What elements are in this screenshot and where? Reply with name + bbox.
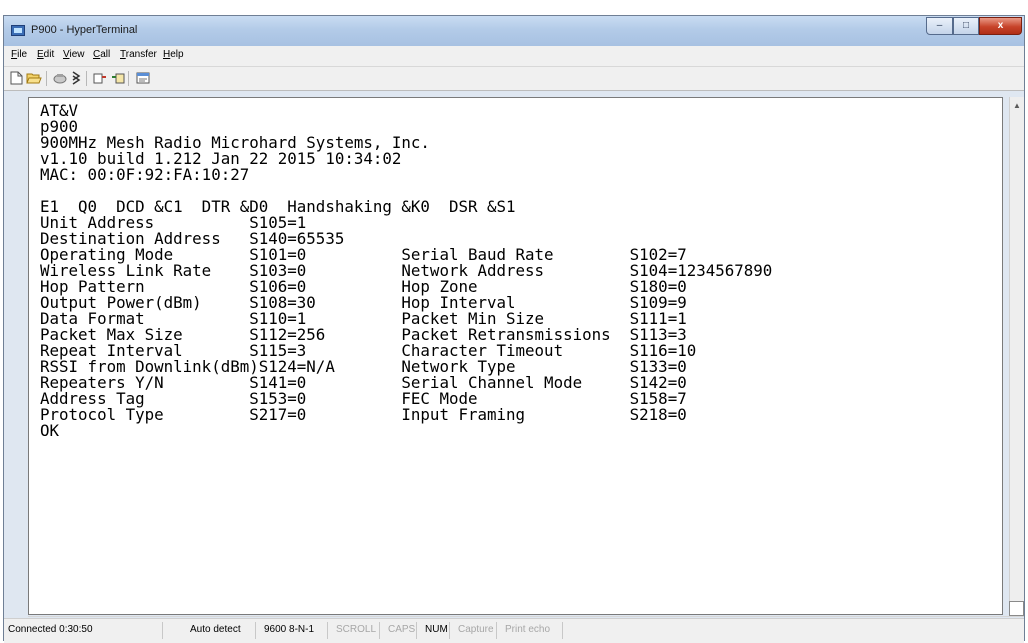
close-button[interactable]: x: [979, 17, 1022, 35]
send-icon[interactable]: [92, 71, 107, 85]
hyperterminal-window: P900 - HyperTerminal – □ x File Edit Vie…: [3, 15, 1025, 643]
toolbar: [4, 67, 1024, 91]
status-bar: Connected 0:30:50 Auto detect 9600 8-N-1…: [4, 618, 1024, 643]
scroll-up-icon[interactable]: ▲: [1010, 99, 1024, 113]
status-detect: Auto detect: [190, 624, 241, 635]
menu-view[interactable]: View: [63, 49, 85, 60]
properties-icon[interactable]: [135, 71, 150, 85]
terminal-line: MAC: 00:0F:92:FA:10:27: [40, 165, 250, 184]
status-print-echo: Print echo: [505, 624, 551, 635]
new-connection-icon[interactable]: [9, 71, 24, 85]
menu-transfer[interactable]: Transfer: [120, 49, 157, 60]
menu-help[interactable]: Help: [163, 49, 184, 60]
menu-file[interactable]: File: [11, 49, 27, 60]
status-scroll: SCROLL: [336, 624, 377, 635]
minimize-button[interactable]: –: [926, 17, 953, 35]
maximize-button[interactable]: □: [953, 17, 979, 35]
menu-edit[interactable]: Edit: [37, 49, 54, 60]
disconnect-icon[interactable]: [68, 71, 83, 85]
status-num: NUM: [425, 624, 448, 635]
status-connected: Connected 0:30:50: [8, 624, 93, 635]
status-port-settings: 9600 8-N-1: [264, 624, 315, 635]
menu-call[interactable]: Call: [93, 49, 110, 60]
terminal-output: AT&V p900 900MHz Mesh Radio Microhard Syst…: [40, 103, 772, 439]
terminal-line: Protocol Type S217=0 Input Framing S218=…: [40, 405, 687, 424]
terminal-screen[interactable]: AT&V p900 900MHz Mesh Radio Microhard Syst…: [28, 97, 1003, 615]
status-capture: Capture: [458, 624, 494, 635]
status-caps: CAPS: [388, 624, 416, 635]
scroll-corner-icon[interactable]: [1009, 601, 1024, 616]
terminal-line: OK: [40, 421, 60, 440]
window-title: P900 - HyperTerminal: [31, 24, 138, 36]
call-icon[interactable]: [52, 71, 67, 85]
receive-icon[interactable]: [110, 71, 125, 85]
open-icon[interactable]: [26, 71, 42, 85]
hyperterminal-app-icon[interactable]: [11, 25, 25, 36]
title-bar[interactable]: P900 - HyperTerminal – □ x: [4, 16, 1024, 46]
vertical-scrollbar[interactable]: ▲: [1009, 97, 1024, 615]
menu-bar: File Edit View Call Transfer Help: [4, 46, 1024, 67]
terminal-line: AT&V: [40, 101, 79, 120]
